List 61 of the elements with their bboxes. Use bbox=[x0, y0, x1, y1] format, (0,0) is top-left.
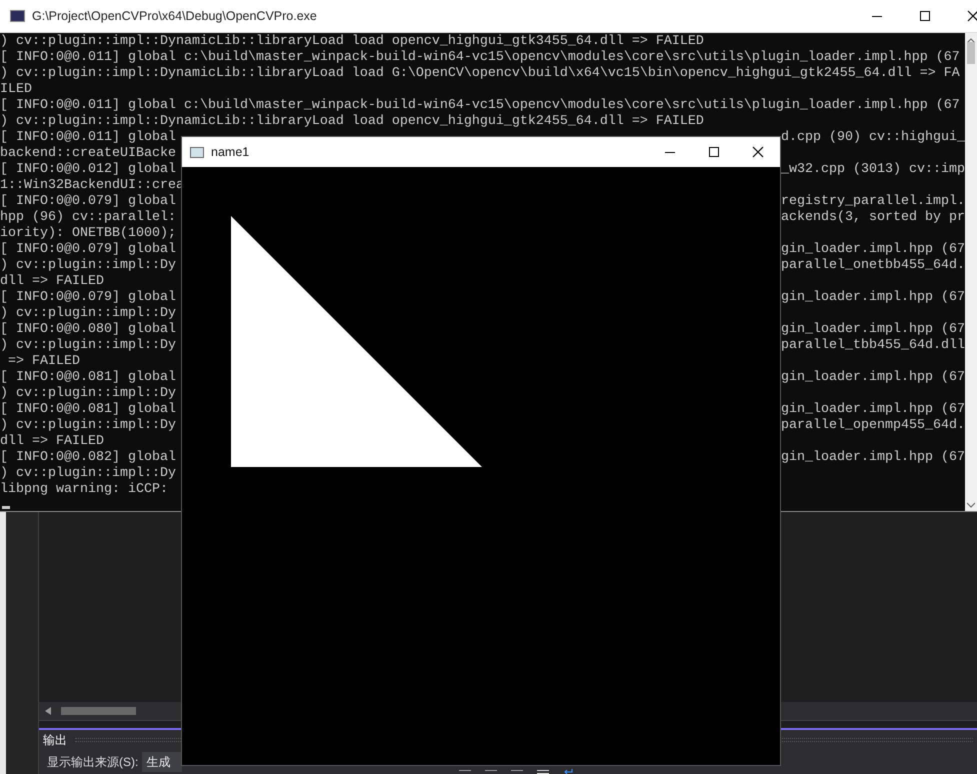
console-line: ) cv::plugin::impl::Dy bbox=[0, 258, 176, 274]
scroll-thumb[interactable] bbox=[967, 42, 975, 64]
console-line: iority): ONETBB(1000); bbox=[0, 226, 176, 242]
console-line: _w32.cpp (3013) cv::imp bbox=[781, 162, 965, 178]
console-line: ) cv::plugin::impl::DynamicLib::libraryLoad load opencv_highgui_gtk3455_64.dll => FAILED bbox=[0, 34, 704, 50]
console-line: gin_loader.impl.hpp (67 bbox=[781, 402, 965, 418]
console-line: ) cv::plugin::impl::Dy bbox=[0, 338, 176, 354]
console-line: gin_loader.impl.hpp (67 bbox=[781, 450, 965, 466]
window-icon bbox=[190, 146, 204, 158]
console-line: [ INFO:0@0.082] global bbox=[0, 450, 176, 466]
console-line: ) cv::plugin::impl::Dy bbox=[0, 306, 176, 322]
console-line: [ INFO:0@0.079] global bbox=[0, 290, 176, 306]
console-line: d.cpp (90) cv::highgui_ bbox=[781, 130, 965, 146]
console-line: [ INFO:0@0.079] global bbox=[0, 194, 176, 210]
console-line: ) cv::plugin::impl::Dy bbox=[0, 466, 176, 482]
console-line: parallel_onetbb455_64d. bbox=[781, 258, 965, 274]
source-label: 显示输出来源(S): bbox=[47, 754, 138, 771]
console-line: => FAILED bbox=[6, 354, 80, 370]
console-line: ) cv::plugin::impl::Dy bbox=[0, 418, 176, 434]
console-line: libpng warning: iCCP: bbox=[0, 482, 169, 498]
window-title: name1 bbox=[211, 144, 250, 161]
console-line: gin_loader.impl.hpp (67 bbox=[781, 370, 965, 386]
scroll-down-icon[interactable] bbox=[967, 502, 975, 508]
console-line: gin_loader.impl.hpp (67 bbox=[781, 290, 965, 306]
console-line: ackends(3, sorted by pr bbox=[781, 210, 965, 226]
console-line: parallel_openmp455_64d. bbox=[781, 418, 965, 434]
console-line: gin_loader.impl.hpp (67 bbox=[781, 242, 965, 258]
console-line: ) cv::plugin::impl::Dy bbox=[0, 386, 176, 402]
console-line: [ INFO:0@0.011] global c:\build\master_winpack-build-win64-vc15\opencv\modules\core\src\utils\plugin_loader.impl.hpp (67 bbox=[0, 50, 960, 66]
console-line: [ INFO:0@0.080] global bbox=[0, 322, 176, 338]
window-title: G:\Project\OpenCVPro\x64\Debug\OpenCVPro.exe bbox=[32, 8, 318, 25]
console-icon bbox=[10, 10, 25, 22]
console-line: gin_loader.impl.hpp (67 bbox=[781, 322, 965, 338]
console-line: [ INFO:0@0.081] global bbox=[0, 370, 176, 386]
console-line: registry_parallel.impl. bbox=[781, 194, 965, 210]
cursor bbox=[2, 506, 10, 509]
console-line: 1::Win32BackendUI::crea bbox=[0, 178, 184, 194]
scroll-thumb[interactable] bbox=[61, 707, 136, 715]
console-line: dll => FAILED bbox=[0, 274, 104, 290]
console-line: backend::createUIBacke bbox=[0, 146, 176, 162]
console-line: [ INFO:0@0.081] global bbox=[0, 402, 176, 418]
scrollbar[interactable] bbox=[965, 33, 977, 511]
panel-title: 输出 bbox=[43, 732, 67, 749]
console-line: [ INFO:0@0.012] global bbox=[0, 162, 176, 178]
console-line: ) cv::plugin::impl::DynamicLib::libraryLoad load opencv_highgui_gtk2455_64.dll => FAILED bbox=[0, 114, 704, 130]
console-line: ILED bbox=[0, 82, 32, 98]
scroll-up-icon[interactable] bbox=[967, 38, 975, 44]
horizontal-scrollbar[interactable] bbox=[39, 702, 181, 720]
console-line: [ INFO:0@0.079] global bbox=[0, 242, 176, 258]
console-line: dll => FAILED bbox=[0, 434, 104, 450]
console-line: parallel_tbb455_64d.dll bbox=[781, 338, 965, 354]
wrap-icon[interactable] bbox=[563, 769, 574, 774]
source-dropdown[interactable]: 生成 bbox=[142, 752, 182, 772]
console-line: ) cv::plugin::impl::DynamicLib::libraryLoad load G:\OpenCV\opencv\build\x64\vc15\bin\opencv_highgui_gtk2455_64.dll => FA bbox=[0, 66, 960, 82]
console-line: [ INFO:0@0.011] global bbox=[0, 130, 176, 146]
lines-icon[interactable] bbox=[511, 770, 524, 774]
lines-icon[interactable] bbox=[459, 770, 472, 774]
lines-icon[interactable] bbox=[485, 770, 498, 774]
console-line: [ INFO:0@0.011] global c:\build\master_winpack-build-win64-vc15\opencv\modules\core\src\utils\plugin_loader.impl.hpp (67 bbox=[0, 98, 960, 114]
console-line: hpp (96) cv::parallel: bbox=[0, 210, 176, 226]
scroll-left-icon[interactable] bbox=[45, 707, 51, 715]
